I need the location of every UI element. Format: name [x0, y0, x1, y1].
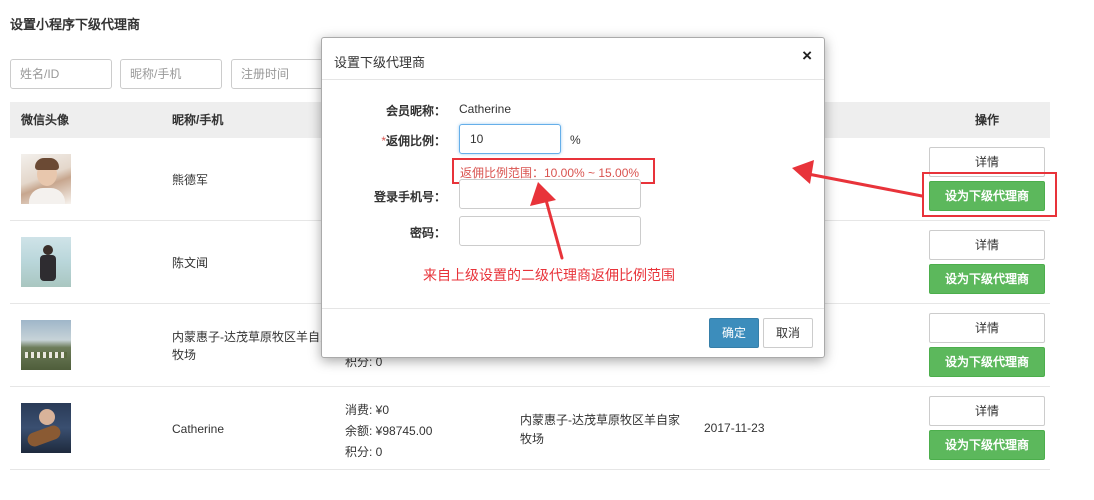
table-row: Catherine 消费: ¥0 余额: ¥98745.00 积分: 0 内蒙惠…	[10, 387, 1050, 470]
phone-input[interactable]	[459, 179, 641, 209]
header-ops: 操作	[975, 113, 1000, 127]
annotation-text: 来自上级设置的二级代理商返佣比例范围	[423, 267, 675, 283]
detail-button[interactable]: 详情	[929, 396, 1045, 426]
row-date: 2017-11-23	[704, 421, 765, 435]
ratio-input[interactable]: 10	[459, 124, 561, 154]
header-avatar: 微信头像	[21, 113, 70, 127]
set-agent-button[interactable]: 设为下级代理商	[929, 347, 1045, 377]
phone-label: 登录手机号：	[373, 190, 446, 204]
detail-button[interactable]: 详情	[929, 313, 1045, 343]
ok-button[interactable]: 确定	[709, 318, 759, 348]
password-label: 密码：	[409, 226, 446, 240]
modal-header: 设置下级代理商 ×	[322, 38, 824, 80]
row-nick: Catherine	[172, 422, 225, 436]
ratio-unit: %	[570, 133, 581, 147]
member-nick-label: 会员昵称：	[385, 104, 446, 118]
close-icon[interactable]: ×	[802, 46, 812, 66]
reg-time-filter-input[interactable]: 注册时间	[231, 59, 333, 89]
avatar	[21, 320, 71, 370]
ratio-label-text: 返佣比例：	[385, 134, 446, 148]
ratio-label: *返佣比例：	[362, 132, 446, 149]
spent-text: 消费: ¥0	[345, 403, 390, 417]
member-nick-value: Catherine	[459, 102, 512, 116]
detail-button[interactable]: 详情	[929, 230, 1045, 260]
modal-footer: 确定 取消	[322, 308, 824, 358]
row-nick: 内蒙惠子-达茂草原牧区羊自家牧场	[172, 330, 332, 362]
balance-text: 余额: ¥98745.00	[345, 424, 433, 438]
avatar	[21, 237, 71, 287]
set-agent-button[interactable]: 设为下级代理商	[929, 264, 1045, 294]
set-agent-modal: 设置下级代理商 × 会员昵称： Catherine *返佣比例： 10 % 返佣…	[321, 37, 825, 358]
set-agent-button[interactable]: 设为下级代理商	[929, 430, 1045, 460]
set-agent-highlight-box	[922, 172, 1057, 217]
points-text: 积分: 0	[345, 445, 383, 459]
nick-phone-filter-input[interactable]: 昵称/手机	[120, 59, 222, 89]
avatar	[21, 403, 71, 453]
name-id-filter-input[interactable]: 姓名/ID	[10, 59, 112, 89]
row-nick: 陈文闻	[172, 256, 209, 270]
avatar	[21, 154, 71, 204]
password-input[interactable]	[459, 216, 641, 246]
page-title: 设置小程序下级代理商	[10, 17, 141, 32]
row-balance: 消费: ¥0 余额: ¥98745.00 积分: 0	[345, 400, 432, 463]
modal-title: 设置下级代理商	[334, 55, 426, 70]
cancel-button[interactable]: 取消	[763, 318, 813, 348]
row-nick: 熊德军	[172, 173, 209, 187]
header-nick: 昵称/手机	[172, 113, 224, 127]
row-region: 内蒙惠子-达茂草原牧区羊自家牧场	[520, 413, 680, 446]
